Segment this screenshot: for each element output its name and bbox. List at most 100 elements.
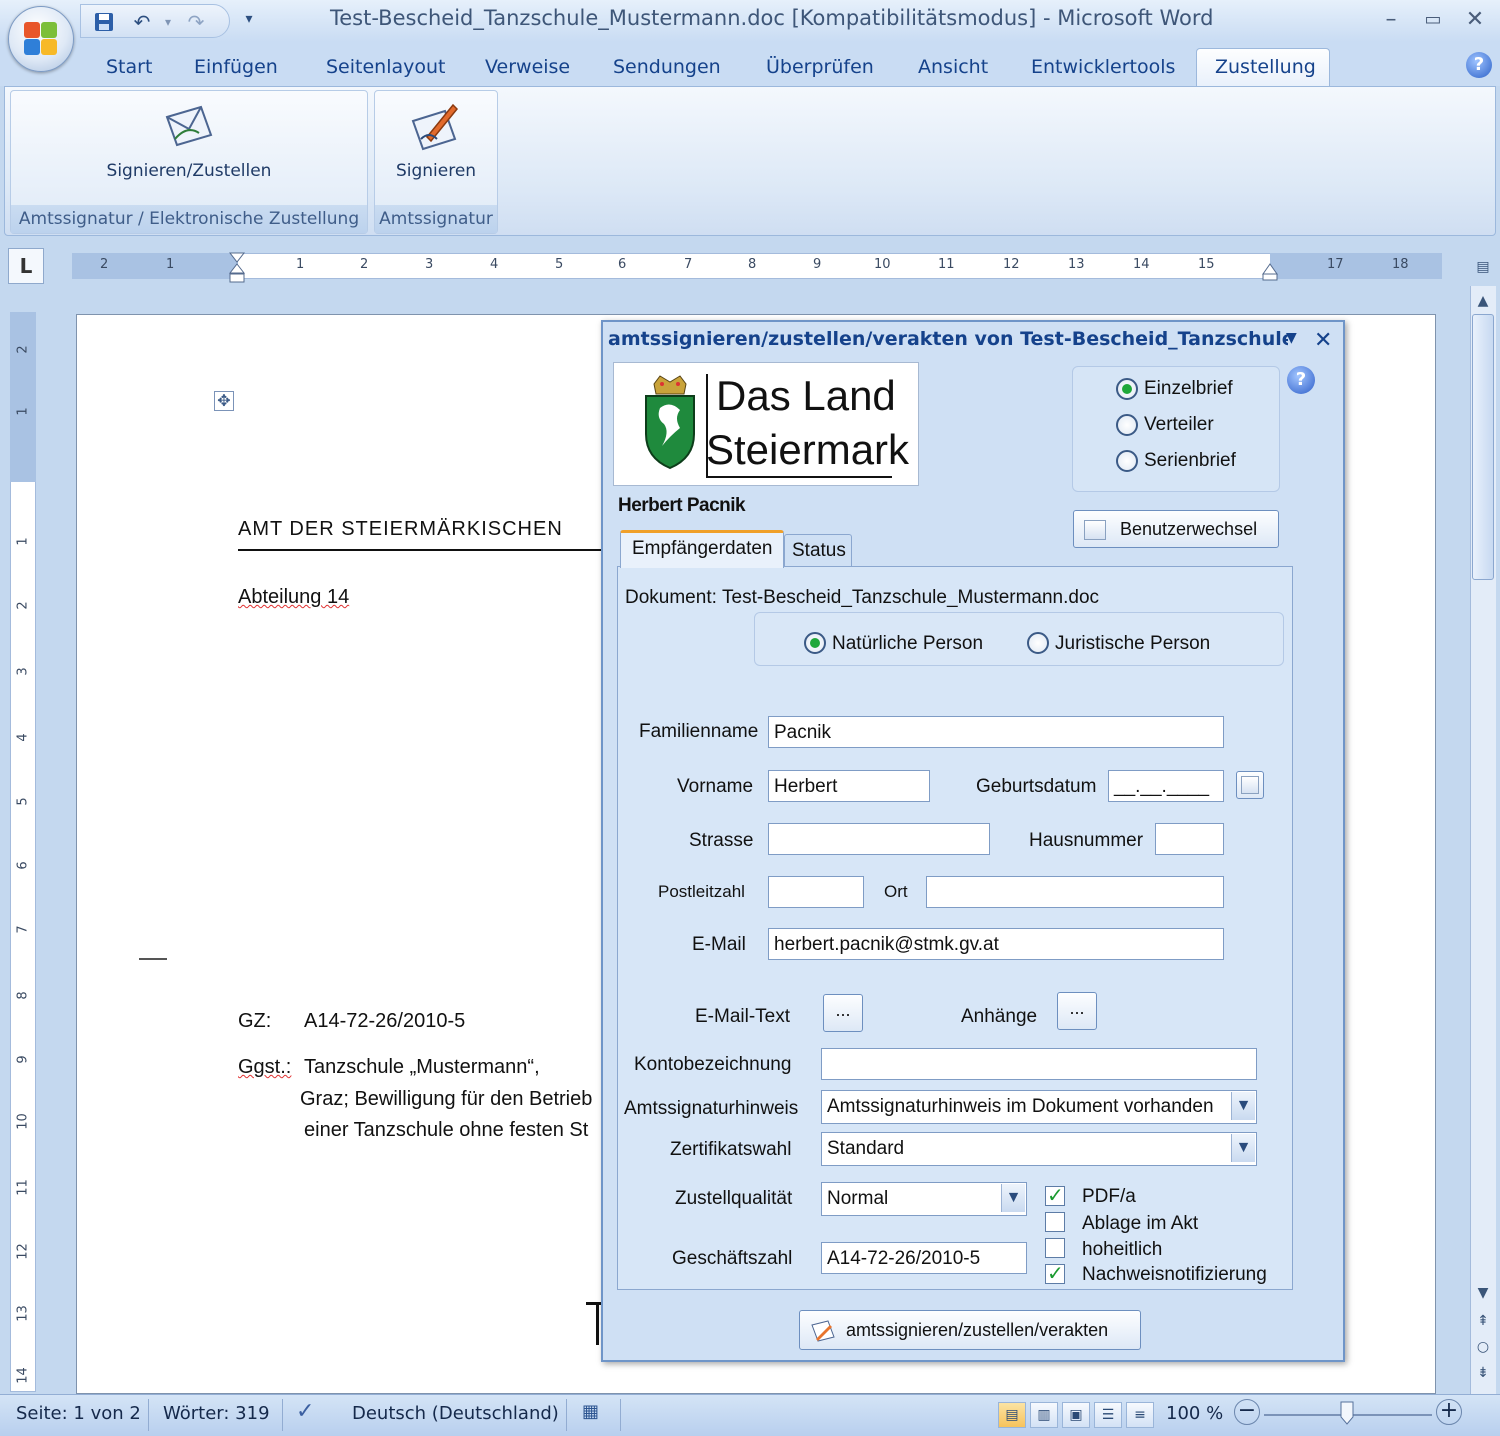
checkbox-ablage-im-akt[interactable] <box>1045 1212 1065 1232</box>
customize-toolbar-icon[interactable]: ▾ <box>238 8 260 30</box>
print-layout-view-icon[interactable]: ▤ <box>998 1402 1026 1428</box>
zoom-slider-thumb[interactable] <box>1340 1401 1354 1425</box>
ort-field[interactable] <box>926 876 1224 908</box>
zertifikatswahl-select[interactable]: Standard ▼ <box>821 1132 1257 1166</box>
draft-view-icon[interactable]: ≡ <box>1126 1402 1154 1428</box>
macro-record-icon[interactable]: ▦ <box>582 1401 599 1422</box>
doc-ggst-line: Tanzschule „Mustermann“, <box>304 1056 540 1078</box>
konto-field[interactable] <box>821 1048 1257 1080</box>
right-indent-marker-icon[interactable] <box>1262 262 1278 282</box>
tab-start[interactable]: Start <box>106 56 152 78</box>
zoom-out-button[interactable]: − <box>1234 1399 1260 1425</box>
previous-page-icon[interactable]: ⇞ <box>1472 1310 1494 1332</box>
sign-deliver-button[interactable]: Signieren/Zustellen <box>11 161 367 181</box>
dialog-close-button[interactable]: ✕ <box>1314 328 1332 353</box>
help-icon[interactable]: ? <box>1466 52 1492 78</box>
plz-field[interactable] <box>768 876 864 908</box>
sign-icon[interactable] <box>407 99 463 155</box>
outline-view-icon[interactable]: ☰ <box>1094 1402 1122 1428</box>
radio-einzelbrief[interactable] <box>1116 378 1138 400</box>
sign-button[interactable]: Signieren <box>375 161 497 181</box>
vorname-label: Vorname <box>677 776 754 797</box>
undo-dropdown-icon[interactable]: ▾ <box>157 11 179 33</box>
chevron-down-icon[interactable]: ▼ <box>1231 1092 1255 1120</box>
geburtsdatum-field[interactable]: __.__.____ <box>1108 770 1224 802</box>
submit-label: amtssignieren/zustellen/verakten <box>846 1320 1109 1340</box>
geschaeftszahl-field[interactable]: A14-72-26/2010-5 <box>821 1242 1027 1274</box>
browse-object-icon[interactable]: ○ <box>1472 1336 1494 1358</box>
doc-ggst-label: Ggst.: <box>238 1056 292 1078</box>
checkbox-hoheitlich[interactable] <box>1045 1238 1065 1258</box>
familienname-field[interactable]: Pacnik <box>768 716 1224 748</box>
page-count[interactable]: Seite: 1 von 2 <box>16 1403 141 1424</box>
tab-ansicht[interactable]: Ansicht <box>918 56 988 78</box>
ruler-tick: 2 <box>360 257 369 272</box>
tab-entwicklertools[interactable]: Entwicklertools <box>1031 56 1175 78</box>
close-button[interactable]: ✕ <box>1460 6 1490 34</box>
full-screen-reading-icon[interactable]: ▥ <box>1030 1402 1058 1428</box>
ruler-toggle-icon[interactable]: ▤ <box>1470 256 1496 278</box>
web-layout-icon[interactable]: ▣ <box>1062 1402 1090 1428</box>
amtssignaturhinweis-select[interactable]: Amtssignaturhinweis im Dokument vorhande… <box>821 1090 1257 1124</box>
sign-deliver-icon[interactable] <box>161 99 217 155</box>
plz-label: Postleitzahl <box>658 882 745 901</box>
minimize-button[interactable]: – <box>1376 6 1406 34</box>
strasse-field[interactable] <box>768 823 990 855</box>
submit-button[interactable]: amtssignieren/zustellen/verakten <box>799 1310 1141 1350</box>
language[interactable]: Deutsch (Deutschland) <box>352 1403 559 1424</box>
zustellqualitaet-value: Normal <box>827 1188 889 1209</box>
vorname-field[interactable]: Herbert <box>768 770 930 802</box>
chevron-down-icon[interactable]: ▼ <box>1231 1134 1255 1162</box>
vruler-tick: 12 <box>15 1243 31 1260</box>
radio-serienbrief[interactable] <box>1116 450 1138 472</box>
scroll-up-icon[interactable]: ▲ <box>1472 290 1494 312</box>
checkbox-label: PDF/a <box>1082 1186 1136 1207</box>
next-page-icon[interactable]: ⇟ <box>1472 1362 1494 1384</box>
tab-sendungen[interactable]: Sendungen <box>613 56 721 78</box>
zoom-level[interactable]: 100 % <box>1166 1403 1223 1424</box>
proofing-icon[interactable]: ✓ <box>296 1399 314 1424</box>
tab-zustellung[interactable]: Zustellung <box>1215 56 1316 78</box>
undo-icon[interactable]: ↶ <box>131 11 153 33</box>
maximize-button[interactable]: ▭ <box>1418 6 1448 34</box>
scrollbar-thumb[interactable] <box>1472 314 1494 580</box>
radio-natuerliche-person[interactable] <box>804 632 826 654</box>
vruler-tick: 8 <box>15 991 31 1000</box>
office-button[interactable] <box>8 6 74 72</box>
word-count[interactable]: Wörter: 319 <box>163 1403 270 1424</box>
tab-empfaengerdaten[interactable]: Empfängerdaten <box>620 530 784 568</box>
horizontal-ruler[interactable] <box>72 253 1442 279</box>
chevron-down-icon[interactable]: ▼ <box>1001 1184 1025 1212</box>
calendar-button[interactable] <box>1236 771 1264 799</box>
quick-access-toolbar: ↶ ▾ ↷ <box>80 4 230 38</box>
zoom-in-button[interactable]: + <box>1436 1399 1462 1425</box>
switch-user-button[interactable]: Benutzerwechsel <box>1073 510 1279 548</box>
dialog-menu-icon[interactable]: ▼ <box>1286 330 1297 346</box>
ribbon-group-label: Amtssignatur / Elektronische Zustellung <box>11 205 367 233</box>
email-text-button[interactable]: ... <box>823 994 863 1032</box>
tab-stop-selector[interactable]: L <box>8 248 44 284</box>
dialog-help-icon[interactable]: ? <box>1287 366 1315 394</box>
redo-icon[interactable]: ↷ <box>185 11 207 33</box>
zustellqualitaet-select[interactable]: Normal ▼ <box>821 1182 1027 1216</box>
ruler-tick: 4 <box>490 257 499 272</box>
scroll-down-icon[interactable]: ▼ <box>1472 1282 1494 1304</box>
email-field[interactable]: herbert.pacnik@stmk.gv.at <box>768 928 1224 960</box>
anhaenge-button[interactable]: ... <box>1057 992 1097 1030</box>
tab-seitenlayout[interactable]: Seitenlayout <box>326 56 446 78</box>
hausnummer-field[interactable] <box>1155 823 1224 855</box>
radio-juristische-person[interactable] <box>1027 632 1049 654</box>
checkbox-pdfa[interactable] <box>1045 1183 1065 1207</box>
vruler-tick: 2 <box>15 601 31 610</box>
indent-marker-icon[interactable] <box>228 252 246 284</box>
radio-verteiler[interactable] <box>1116 414 1138 436</box>
checkbox-nachweisnotifizierung[interactable] <box>1045 1261 1065 1285</box>
ruler-tick: 10 <box>874 257 891 272</box>
tab-einfuegen[interactable]: Einfügen <box>194 56 278 78</box>
save-icon[interactable] <box>93 11 115 33</box>
table-move-handle-icon[interactable]: ✥ <box>214 391 234 411</box>
tab-ueberpruefen[interactable]: Überprüfen <box>766 56 874 78</box>
vruler-tick: 10 <box>15 1113 31 1130</box>
tab-status[interactable]: Status <box>784 534 852 566</box>
tab-verweise[interactable]: Verweise <box>485 56 570 78</box>
